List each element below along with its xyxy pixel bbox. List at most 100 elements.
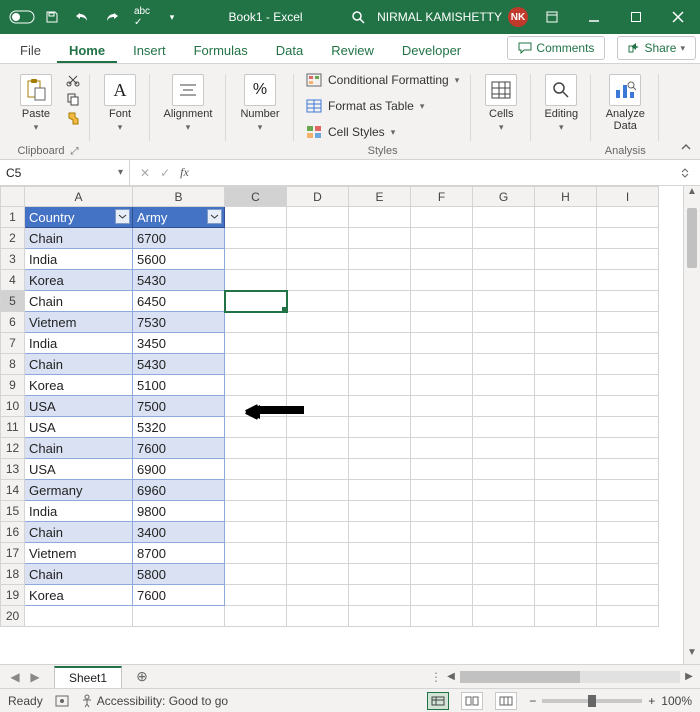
cell[interactable] — [597, 606, 659, 627]
cell[interactable] — [225, 459, 287, 480]
row-header[interactable]: 11 — [1, 417, 25, 438]
cell[interactable] — [287, 312, 349, 333]
fx-icon[interactable]: fx — [180, 165, 189, 180]
cell[interactable] — [597, 459, 659, 480]
cell[interactable] — [535, 270, 597, 291]
row-header[interactable]: 8 — [1, 354, 25, 375]
table-cell[interactable]: Chain — [25, 228, 133, 249]
filter-button[interactable] — [207, 209, 222, 224]
scroll-right-icon[interactable]: ▶ — [682, 671, 696, 682]
table-cell[interactable]: USA — [25, 396, 133, 417]
scroll-up-icon[interactable]: ▲ — [684, 186, 700, 203]
row-header[interactable]: 5 — [1, 291, 25, 312]
cell[interactable] — [597, 228, 659, 249]
cell[interactable] — [535, 375, 597, 396]
cell[interactable] — [535, 333, 597, 354]
cell[interactable] — [411, 459, 473, 480]
table-cell[interactable]: India — [25, 249, 133, 270]
row-header[interactable]: 9 — [1, 375, 25, 396]
format-painter-button[interactable] — [64, 110, 82, 126]
table-cell[interactable]: India — [25, 333, 133, 354]
share-button[interactable]: Share ▾ — [617, 36, 696, 60]
zoom-in-button[interactable]: + — [648, 694, 655, 708]
table-cell[interactable]: Chain — [25, 354, 133, 375]
tab-data[interactable]: Data — [264, 37, 315, 63]
cell[interactable] — [287, 375, 349, 396]
accessibility-status[interactable]: Accessibility: Good to go — [81, 694, 228, 708]
redo-button[interactable] — [98, 4, 126, 30]
cell[interactable] — [411, 606, 473, 627]
cell[interactable] — [473, 249, 535, 270]
row-header[interactable]: 4 — [1, 270, 25, 291]
row-header[interactable]: 18 — [1, 564, 25, 585]
enter-formula-icon[interactable]: ✓ — [160, 166, 170, 180]
tab-formulas[interactable]: Formulas — [182, 37, 260, 63]
tab-developer[interactable]: Developer — [390, 37, 473, 63]
cell[interactable] — [349, 480, 411, 501]
cell[interactable] — [225, 606, 287, 627]
account-area[interactable]: NIRMAL KAMISHETTY NK — [377, 7, 528, 27]
conditional-formatting-button[interactable]: Conditional Formatting ▾ — [302, 70, 463, 90]
macro-record-icon[interactable] — [55, 695, 69, 707]
cell[interactable] — [287, 207, 349, 228]
table-cell[interactable]: 8700 — [133, 543, 225, 564]
cell[interactable] — [473, 396, 535, 417]
column-header[interactable]: A — [25, 187, 133, 207]
cell[interactable] — [411, 564, 473, 585]
cell[interactable] — [535, 396, 597, 417]
paste-button[interactable]: Paste ▾ — [14, 70, 58, 137]
cell[interactable] — [535, 585, 597, 606]
column-header[interactable]: E — [349, 187, 411, 207]
cell[interactable] — [225, 585, 287, 606]
grid[interactable]: ABCDEFGHI 1CountryArmy2Chain67003India56… — [0, 186, 659, 627]
cell[interactable] — [287, 333, 349, 354]
zoom-slider[interactable] — [542, 699, 642, 703]
cut-button[interactable] — [64, 72, 82, 88]
table-cell[interactable]: 7530 — [133, 312, 225, 333]
alignment-button[interactable]: Alignment ▾ — [158, 70, 218, 137]
dialog-launcher-icon[interactable]: ⤢ — [71, 146, 79, 157]
maximize-button[interactable] — [618, 0, 654, 34]
cell[interactable] — [287, 543, 349, 564]
cell[interactable] — [287, 564, 349, 585]
filter-button[interactable] — [115, 209, 130, 224]
sheet-tab-active[interactable]: Sheet1 — [54, 666, 122, 688]
table-cell[interactable]: Chain — [25, 438, 133, 459]
cell[interactable] — [287, 522, 349, 543]
cell[interactable] — [597, 312, 659, 333]
tab-review[interactable]: Review — [319, 37, 386, 63]
cell[interactable] — [411, 501, 473, 522]
cell[interactable] — [349, 459, 411, 480]
new-sheet-button[interactable]: ⊕ — [130, 668, 154, 685]
table-cell[interactable]: 7600 — [133, 585, 225, 606]
font-button[interactable]: A Font ▾ — [98, 70, 142, 137]
cell[interactable] — [411, 249, 473, 270]
cell[interactable] — [473, 417, 535, 438]
cell[interactable] — [535, 606, 597, 627]
cell[interactable] — [349, 228, 411, 249]
column-header[interactable]: I — [597, 187, 659, 207]
cell[interactable] — [535, 354, 597, 375]
cell[interactable] — [411, 333, 473, 354]
cell[interactable] — [473, 480, 535, 501]
cell[interactable] — [597, 396, 659, 417]
cell[interactable] — [411, 291, 473, 312]
cells-button[interactable]: Cells ▾ — [479, 70, 523, 137]
cell[interactable] — [473, 564, 535, 585]
table-cell[interactable]: Chain — [25, 564, 133, 585]
expand-formula-bar-button[interactable] — [680, 168, 700, 178]
qat-custom-button[interactable]: abc✓ — [128, 4, 156, 30]
row-header[interactable]: 14 — [1, 480, 25, 501]
table-cell[interactable]: 5430 — [133, 270, 225, 291]
cell[interactable] — [287, 438, 349, 459]
table-cell[interactable]: 7600 — [133, 438, 225, 459]
table-header-cell[interactable]: Country — [25, 207, 133, 228]
cell[interactable] — [225, 207, 287, 228]
row-header[interactable]: 1 — [1, 207, 25, 228]
column-header[interactable]: D — [287, 187, 349, 207]
tab-file[interactable]: File — [8, 37, 53, 63]
cell[interactable] — [411, 270, 473, 291]
cell[interactable] — [597, 249, 659, 270]
cancel-formula-icon[interactable]: ✕ — [140, 166, 150, 180]
cell[interactable] — [349, 207, 411, 228]
